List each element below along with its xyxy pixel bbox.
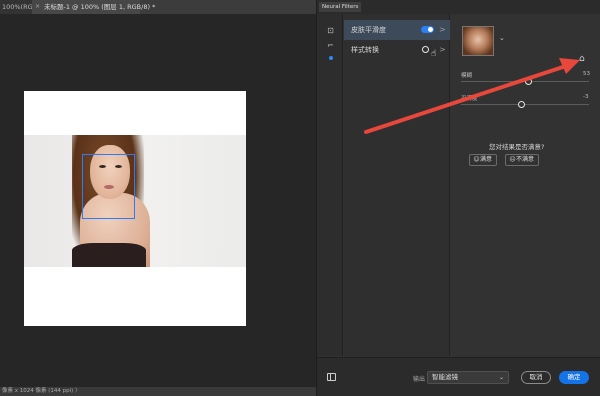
slider-knob-blur[interactable] bbox=[525, 78, 533, 85]
chevron-down-icon[interactable]: ⌄ bbox=[499, 34, 505, 42]
ok-button[interactable]: 确定 bbox=[559, 371, 589, 384]
output-select[interactable]: 智能滤镜 ⌄ bbox=[427, 371, 509, 384]
face-detection-box bbox=[82, 154, 135, 219]
filter-list: 皮肤平滑度 > 样式转换 ☝ > bbox=[344, 14, 450, 356]
brush-icon[interactable]: ⌐ bbox=[326, 41, 335, 50]
filter-toggle-off[interactable] bbox=[422, 46, 429, 53]
panel-toolbar: ⊡ ⌐ bbox=[317, 14, 343, 356]
filter-toggle-on[interactable] bbox=[421, 26, 434, 33]
document-tab-previous[interactable]: 100%(RGB/8) bbox=[0, 0, 46, 14]
not-satisfied-label: 不满意 bbox=[516, 156, 535, 163]
slider-knob-smoothness[interactable] bbox=[517, 101, 525, 108]
chevron-right-icon[interactable]: > bbox=[439, 20, 446, 40]
satisfied-button[interactable]: ☺满意 bbox=[469, 154, 498, 166]
panel-header: Neural Filters bbox=[317, 0, 600, 14]
output-value: 智能滤镜 bbox=[432, 373, 458, 381]
filter-settings: ⌄ ⌂ 模糊 53 平滑度 -3 您对结果是否满意? ☺满意 ☹不满意 bbox=[451, 14, 600, 356]
document-tab-bar: 100%(RGB/8) × 未标题-1 @ 100% (图层 1, RGB/8)… bbox=[0, 0, 316, 14]
output-label: 输出 bbox=[413, 376, 426, 383]
panel-title[interactable]: Neural Filters bbox=[319, 2, 362, 12]
document-tab-label: 未标题-1 @ 100% (图层 1, RGB/8) * bbox=[44, 3, 156, 11]
chevron-right-icon[interactable]: > bbox=[439, 40, 446, 60]
neural-filters-panel: Neural Filters ⊡ ⌐ 皮肤平滑度 > 样式转换 ☝ > ⌄ ⌂ … bbox=[316, 0, 600, 396]
panel-footer: 输出 智能滤镜 ⌄ 取消 确定 bbox=[317, 357, 600, 396]
portrait-photo bbox=[24, 135, 246, 267]
not-satisfied-button[interactable]: ☹不满意 bbox=[505, 154, 540, 166]
document-canvas[interactable] bbox=[24, 91, 246, 326]
satisfied-label: 满意 bbox=[480, 156, 493, 163]
filter-item-style-transfer[interactable]: 样式转换 ☝ > bbox=[344, 40, 450, 60]
slider-label-blur: 模糊 bbox=[461, 73, 473, 79]
filter-label: 样式转换 bbox=[351, 46, 379, 54]
close-icon[interactable]: × bbox=[35, 0, 40, 14]
cancel-button[interactable]: 取消 bbox=[521, 371, 551, 384]
filter-label: 皮肤平滑度 bbox=[351, 26, 386, 34]
slider-track-smoothness[interactable] bbox=[461, 104, 589, 105]
status-bar: 像素 x 1024 像素 (144 ppi) 〉 bbox=[0, 387, 316, 396]
reference-thumbnail[interactable] bbox=[462, 26, 494, 56]
document-tab-active[interactable]: × 未标题-1 @ 100% (图层 1, RGB/8) * bbox=[32, 0, 155, 14]
show-layers-icon[interactable] bbox=[327, 373, 336, 381]
chevron-down-icon: ⌄ bbox=[498, 374, 504, 381]
smile-icon: ☺ bbox=[473, 156, 480, 163]
slider-value-smoothness: -3 bbox=[583, 94, 589, 100]
document-info: 像素 x 1024 像素 (144 ppi) 〉 bbox=[2, 388, 81, 394]
add-to-selection-icon[interactable]: ⊡ bbox=[326, 26, 335, 35]
feedback-question: 您对结果是否满意? bbox=[489, 143, 545, 151]
filter-item-skin-smoothing[interactable]: 皮肤平滑度 > bbox=[344, 20, 450, 40]
slider-label-smoothness: 平滑度 bbox=[461, 96, 478, 102]
canvas-area[interactable] bbox=[0, 14, 316, 387]
hand-cursor-icon: ☝ bbox=[431, 49, 437, 59]
frown-icon: ☹ bbox=[509, 156, 516, 163]
slider-value-blur: 53 bbox=[583, 71, 590, 77]
reset-icon[interactable]: ⌂ bbox=[579, 54, 585, 64]
active-tool-indicator bbox=[329, 56, 333, 60]
